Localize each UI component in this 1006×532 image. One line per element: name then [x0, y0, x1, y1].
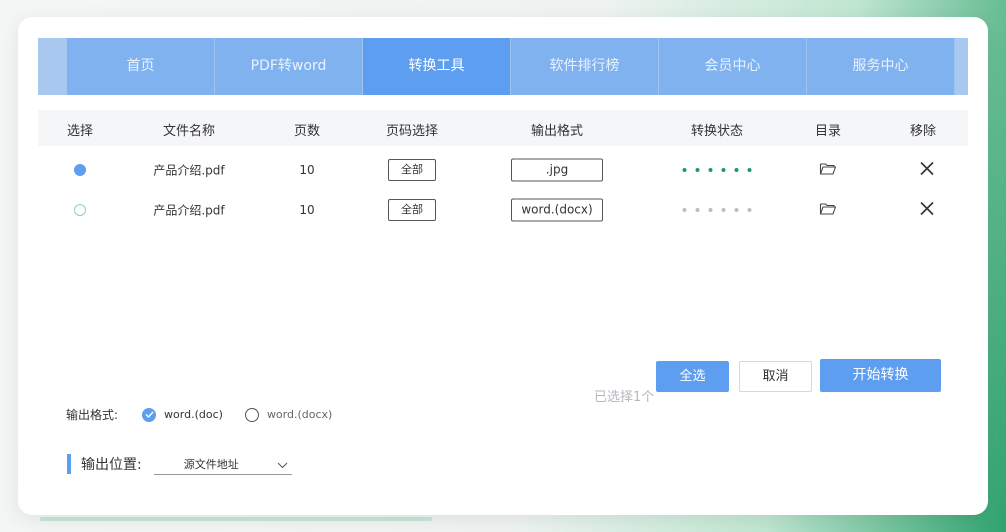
tab-pdf-to-word[interactable]: PDF转word — [215, 38, 363, 95]
close-icon[interactable] — [919, 161, 935, 180]
file-name: 产品介绍.pdf — [153, 163, 225, 178]
header-filename: 文件名称 — [162, 124, 216, 139]
output-format-options: 输出格式: word.(doc) word.(docx) — [66, 406, 354, 423]
format-option-label: word.(doc) — [164, 408, 223, 421]
header-output-format: 输出格式 — [530, 124, 584, 139]
status-progress-dots — [682, 208, 752, 212]
header-remove: 移除 — [909, 124, 937, 139]
file-name: 产品介绍.pdf — [153, 203, 225, 218]
top-nav: 首页 PDF转word 转换工具 软件排行榜 会员中心 服务中心 — [38, 38, 968, 95]
format-option-docx[interactable]: word.(docx) — [244, 407, 333, 422]
close-icon[interactable] — [919, 201, 935, 220]
folder-icon[interactable] — [819, 162, 837, 179]
output-location-select[interactable]: 源文件地址 — [153, 453, 292, 475]
page-range-button[interactable]: 全部 — [388, 159, 436, 181]
header-page-range: 页码选择 — [385, 124, 439, 139]
checkmark-icon — [142, 407, 157, 422]
status-progress-dots — [682, 168, 752, 172]
radio-empty-icon — [244, 407, 259, 422]
output-location-label: 输出位置: — [81, 457, 142, 473]
output-format-field[interactable]: .jpg — [511, 158, 603, 182]
output-location: 输出位置: 源文件地址 — [67, 453, 292, 475]
header-status: 转换状态 — [690, 124, 744, 139]
page-count: 10 — [299, 203, 315, 217]
converter-panel: 首页 PDF转word 转换工具 软件排行榜 会员中心 服务中心 选择 文件名称… — [18, 17, 988, 515]
table-header: 选择 文件名称 页数 页码选择 输出格式 转换状态 目录 移除 — [38, 110, 968, 146]
output-format-label: 输出格式: — [66, 408, 119, 422]
format-option-doc[interactable]: word.(doc) — [142, 407, 223, 422]
background-decoration — [40, 517, 432, 521]
page-count: 10 — [299, 163, 315, 177]
page-range-button[interactable]: 全部 — [388, 199, 436, 221]
header-select: 选择 — [66, 124, 94, 139]
tab-service-center[interactable]: 服务中心 — [807, 38, 955, 95]
table-row: 产品介绍.pdf 10 全部 .jpg — [38, 150, 968, 190]
cancel-button[interactable]: 取消 — [739, 361, 812, 392]
tab-home[interactable]: 首页 — [67, 38, 215, 95]
output-format-field[interactable]: word.(docx) — [511, 198, 603, 222]
select-all-button[interactable]: 全选 — [656, 361, 729, 392]
output-location-value: 源文件地址 — [183, 457, 239, 471]
table-row: 产品介绍.pdf 10 全部 word.(docx) — [38, 190, 968, 230]
row-select-radio[interactable] — [74, 204, 86, 216]
tab-member-center[interactable]: 会员中心 — [659, 38, 807, 95]
section-marker — [67, 454, 71, 474]
format-option-label: word.(docx) — [266, 408, 333, 421]
tab-software-ranking[interactable]: 软件排行榜 — [511, 38, 659, 95]
folder-icon[interactable] — [819, 202, 837, 219]
start-conversion-button[interactable]: 开始转换 — [820, 359, 941, 392]
chevron-down-icon — [277, 454, 288, 473]
row-select-radio[interactable] — [74, 164, 86, 176]
header-directory: 目录 — [814, 124, 842, 139]
tab-convert-tools[interactable]: 转换工具 — [363, 38, 511, 95]
header-pages: 页数 — [293, 124, 321, 139]
selected-count-text: 已选择1个 — [594, 390, 655, 405]
